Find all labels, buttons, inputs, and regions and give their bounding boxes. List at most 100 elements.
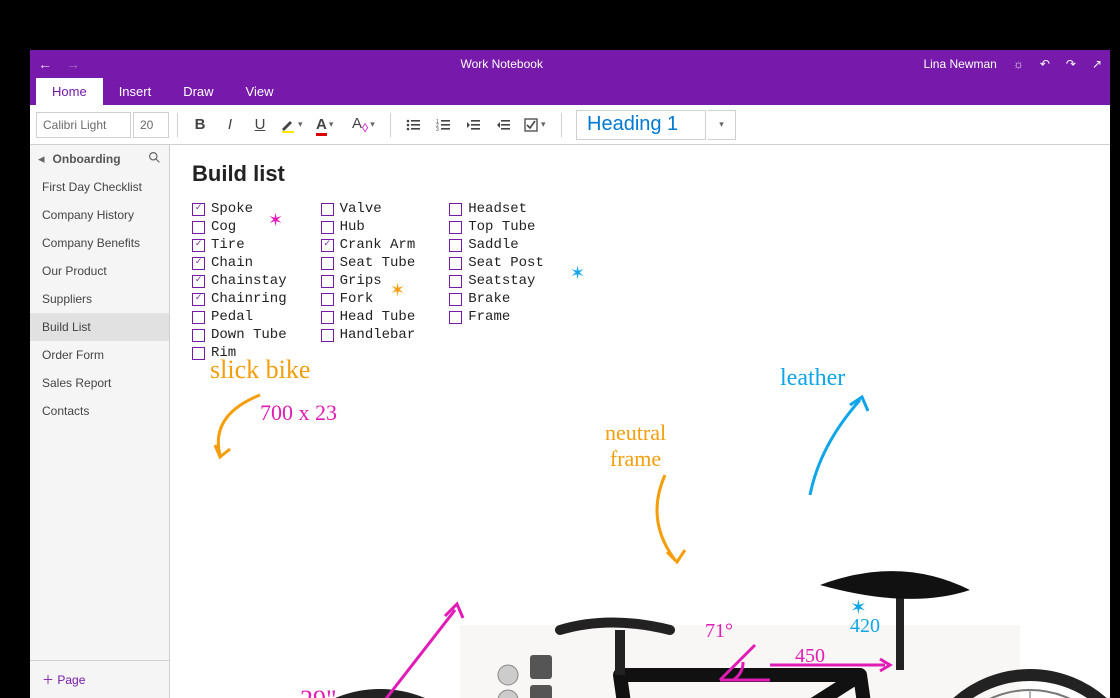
lightbulb-icon[interactable]: ☼ xyxy=(1013,57,1024,71)
search-icon[interactable] xyxy=(148,151,161,167)
checklist-label: Head Tube xyxy=(340,309,416,325)
checklist-item[interactable]: Seatstay xyxy=(449,273,544,289)
checkbox-icon[interactable]: ✓ xyxy=(321,239,334,252)
italic-button[interactable]: I xyxy=(216,111,244,139)
outdent-button[interactable] xyxy=(459,111,487,139)
checkbox-icon[interactable] xyxy=(321,257,334,270)
checklist-item[interactable]: Brake xyxy=(449,291,544,307)
checkbox-icon[interactable] xyxy=(321,275,334,288)
checkbox-icon[interactable] xyxy=(449,221,462,234)
checkbox-icon[interactable]: ✓ xyxy=(192,203,205,216)
checklist-item[interactable]: ✓Crank Arm xyxy=(321,237,416,253)
checkbox-icon[interactable] xyxy=(449,239,462,252)
sidebar-page[interactable]: Suppliers xyxy=(30,285,169,313)
checklist-label: Seat Tube xyxy=(340,255,416,271)
checklist-label: Seatstay xyxy=(468,273,535,289)
sidebar-page[interactable]: Company Benefits xyxy=(30,229,169,257)
tab-home[interactable]: Home xyxy=(36,78,103,105)
numbering-button[interactable]: 123 xyxy=(429,111,457,139)
checklist-item[interactable]: ✓Chainstay xyxy=(192,273,287,289)
checklist-label: Saddle xyxy=(468,237,518,253)
checkbox-icon[interactable] xyxy=(449,275,462,288)
bullets-button[interactable] xyxy=(399,111,427,139)
sidebar-page[interactable]: Company History xyxy=(30,201,169,229)
checkbox-icon[interactable]: ✓ xyxy=(192,239,205,252)
indent-button[interactable] xyxy=(489,111,517,139)
checklist-item[interactable]: Headset xyxy=(449,201,544,217)
checkbox-icon[interactable]: ✓ xyxy=(192,293,205,306)
ribbon-toolbar: Calibri Light 20 B I U ▾ A ▾ A◊ ▾ xyxy=(30,105,1110,145)
checklist-label: Spoke xyxy=(211,201,253,217)
checklist-item[interactable]: ✓Chain xyxy=(192,255,287,271)
forward-arrow-icon[interactable]: → xyxy=(66,57,80,71)
checklist-label: Fork xyxy=(340,291,374,307)
ink-dimension-icon xyxy=(765,655,895,675)
tab-view[interactable]: View xyxy=(230,78,290,105)
undo-icon[interactable]: ↶ xyxy=(1040,57,1050,71)
sidebar-page[interactable]: Sales Report xyxy=(30,369,169,397)
checklist-item[interactable]: Hub xyxy=(321,219,416,235)
checkbox-icon[interactable] xyxy=(321,311,334,324)
section-name[interactable]: Onboarding xyxy=(53,152,140,166)
checklist-item[interactable]: Top Tube xyxy=(449,219,544,235)
underline-button[interactable]: U xyxy=(246,111,274,139)
user-name[interactable]: Lina Newman xyxy=(923,57,996,71)
font-color-button[interactable]: A ▾ xyxy=(312,111,346,139)
heading-style-dropdown[interactable]: ▾ xyxy=(708,110,736,140)
title-bar: ← → Work Notebook Lina Newman ☼ ↶ ↷ ↗ xyxy=(30,50,1110,78)
checkbox-icon[interactable] xyxy=(449,257,462,270)
share-icon[interactable]: ↗ xyxy=(1092,57,1102,71)
section-back-icon[interactable]: ◂ xyxy=(38,151,45,167)
checklist-label: Headset xyxy=(468,201,527,217)
checklist-label: Grips xyxy=(340,273,382,289)
ink-annotation: slick bike xyxy=(210,355,310,385)
redo-icon[interactable]: ↷ xyxy=(1066,57,1076,71)
checklist-item[interactable]: ✓Chainring xyxy=(192,291,287,307)
sidebar-page[interactable]: Contacts xyxy=(30,397,169,425)
checkbox-icon[interactable] xyxy=(321,203,334,216)
tab-draw[interactable]: Draw xyxy=(167,78,229,105)
ink-star-icon: ✶ xyxy=(850,595,867,620)
note-canvas[interactable]: Build list ✓SpokeCog✓Tire✓Chain✓Chainsta… xyxy=(170,145,1110,698)
checklist-item[interactable]: Frame xyxy=(449,309,544,325)
checklist-item[interactable]: Seat Post xyxy=(449,255,544,271)
sidebar-page[interactable]: Our Product xyxy=(30,257,169,285)
sidebar-page[interactable]: Build List xyxy=(30,313,169,341)
checklist-item[interactable]: Handlebar xyxy=(321,327,416,343)
checklist-item[interactable]: Head Tube xyxy=(321,309,416,325)
todo-tag-button[interactable]: ▾ xyxy=(519,111,553,139)
checklist-item[interactable]: Valve xyxy=(321,201,416,217)
checkbox-icon[interactable] xyxy=(192,221,205,234)
sidebar-page[interactable]: First Day Checklist xyxy=(30,173,169,201)
checklist-label: Valve xyxy=(340,201,382,217)
highlight-button[interactable]: ▾ xyxy=(276,111,310,139)
illustration-area: slick bike 700 x 23 29" ✶ 100 mm xyxy=(190,345,1110,698)
checklist-item[interactable]: ✓Tire xyxy=(192,237,287,253)
font-size-select[interactable]: 20 xyxy=(133,112,169,138)
bold-button[interactable]: B xyxy=(186,111,214,139)
checkbox-icon[interactable] xyxy=(321,293,334,306)
checkbox-icon[interactable] xyxy=(449,311,462,324)
checkbox-icon[interactable] xyxy=(192,329,205,342)
checkbox-icon[interactable] xyxy=(449,293,462,306)
checklist-item[interactable]: Pedal xyxy=(192,309,287,325)
checkbox-icon[interactable] xyxy=(321,221,334,234)
checklist-item[interactable]: Seat Tube xyxy=(321,255,416,271)
checkbox-icon[interactable]: ✓ xyxy=(192,275,205,288)
add-page-button[interactable]: ＋ Page xyxy=(30,660,169,698)
checkbox-icon[interactable] xyxy=(192,311,205,324)
tab-insert[interactable]: Insert xyxy=(103,78,168,105)
checklist-item[interactable]: Saddle xyxy=(449,237,544,253)
back-arrow-icon[interactable]: ← xyxy=(38,57,52,71)
clear-format-button[interactable]: A◊ ▾ xyxy=(348,111,382,139)
plus-icon: ＋ xyxy=(42,673,54,687)
checkbox-icon[interactable]: ✓ xyxy=(192,257,205,270)
page-title[interactable]: Build list xyxy=(192,161,1088,187)
heading-style-select[interactable]: Heading 1 xyxy=(576,110,706,140)
checkbox-icon[interactable] xyxy=(321,329,334,342)
ink-annotation: leather xyxy=(780,365,845,392)
checkbox-icon[interactable] xyxy=(449,203,462,216)
sidebar-page[interactable]: Order Form xyxy=(30,341,169,369)
font-name-select[interactable]: Calibri Light xyxy=(36,112,131,138)
checklist-item[interactable]: Down Tube xyxy=(192,327,287,343)
